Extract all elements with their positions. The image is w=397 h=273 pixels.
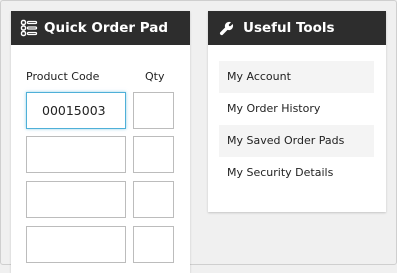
- useful-tools-list: My Account My Order History My Saved Ord…: [219, 61, 374, 189]
- wrench-icon: [219, 21, 234, 36]
- qty-column-label: Qty: [145, 70, 165, 83]
- qty-input-4[interactable]: [133, 226, 174, 263]
- useful-tools-title: Useful Tools: [243, 20, 335, 36]
- tool-link-my-saved-order-pads[interactable]: My Saved Order Pads: [219, 125, 374, 157]
- useful-tools-header: Useful Tools: [208, 11, 386, 45]
- qty-input-3[interactable]: [133, 181, 174, 218]
- tool-link-my-account[interactable]: My Account: [219, 61, 374, 93]
- product-code-input-2[interactable]: [26, 136, 126, 173]
- qty-input-2[interactable]: [133, 136, 174, 173]
- product-code-input-3[interactable]: [26, 181, 126, 218]
- quick-order-pad-header: Quick Order Pad: [11, 11, 190, 45]
- product-code-input-1[interactable]: [26, 92, 126, 129]
- list-icon: [20, 19, 38, 37]
- qty-input-1[interactable]: [133, 92, 174, 129]
- quick-order-pad-title: Quick Order Pad: [44, 20, 169, 36]
- product-code-input-4[interactable]: [26, 226, 126, 263]
- tool-link-my-order-history[interactable]: My Order History: [219, 93, 374, 125]
- tool-link-my-security-details[interactable]: My Security Details: [219, 157, 374, 189]
- product-code-column-label: Product Code: [26, 70, 100, 83]
